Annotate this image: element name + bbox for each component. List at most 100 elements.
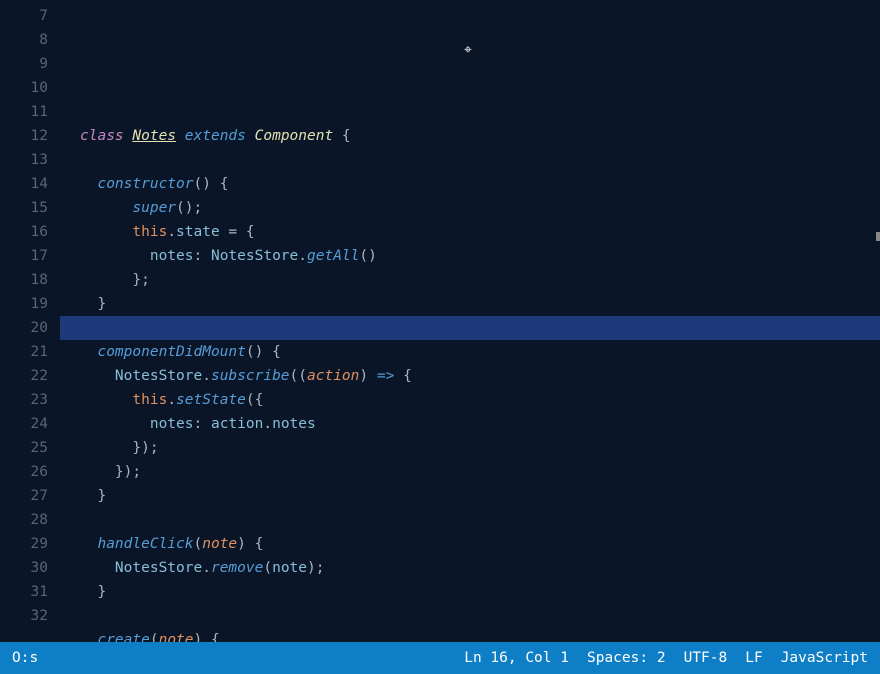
token [80,632,97,642]
token [80,224,132,240]
code-line[interactable]: componentDidMount() { [60,340,880,364]
code-line[interactable]: notes: NotesStore.getAll() [60,244,880,268]
line-number[interactable]: 19 [0,292,48,316]
line-number[interactable]: 29 [0,532,48,556]
token: NotesStore [115,368,202,384]
line-number[interactable]: 17 [0,244,48,268]
token: => [377,368,394,384]
token: : [194,416,211,432]
code-line[interactable]: }); [60,436,880,460]
token: notes [150,416,194,432]
line-number[interactable]: 31 [0,580,48,604]
line-number[interactable]: 22 [0,364,48,388]
token: NotesStore [211,248,298,264]
code-line[interactable]: this.setState({ [60,388,880,412]
token: } [97,296,106,312]
token: note [159,632,194,642]
line-number[interactable]: 25 [0,436,48,460]
token: getAll [307,248,359,264]
token: create [97,632,149,642]
code-line[interactable] [60,148,880,172]
code-line[interactable]: }; [60,268,880,292]
code-line[interactable] [60,100,880,124]
code-line[interactable]: create(note) { [60,628,880,642]
code-line[interactable] [60,604,880,628]
line-number[interactable]: 26 [0,460,48,484]
line-number[interactable]: 32 [0,604,48,628]
line-number[interactable]: 16 [0,220,48,244]
status-left-text[interactable]: O:s [12,650,38,666]
token: ) { [194,632,220,642]
code-line[interactable]: } [60,580,880,604]
token [80,200,132,216]
line-number[interactable]: 11 [0,100,48,124]
token: notes [272,416,316,432]
token: () [359,248,376,264]
code-line[interactable]: NotesStore.subscribe((action) => { [60,364,880,388]
line-number[interactable]: 21 [0,340,48,364]
token [80,536,97,552]
token: Component [255,128,334,144]
line-number[interactable]: 13 [0,148,48,172]
token [80,392,132,408]
code-line[interactable]: handleClick(note) { [60,532,880,556]
code-line[interactable]: } [60,484,880,508]
token [80,248,150,264]
code-line[interactable]: }); [60,460,880,484]
token [80,344,97,360]
code-line[interactable]: class Notes extends Component { [60,124,880,148]
line-number[interactable]: 14 [0,172,48,196]
code-area[interactable]: ⌖ class Notes extends Component { constr… [60,0,880,642]
token [80,272,132,288]
line-number[interactable]: 8 [0,28,48,52]
scrollbar-marker[interactable] [876,232,880,241]
token: } [97,584,106,600]
token: () { [246,344,281,360]
status-encoding[interactable]: UTF-8 [684,650,728,666]
token: notes [150,248,194,264]
token [80,464,115,480]
token: . [263,416,272,432]
token: note [272,560,307,576]
code-line[interactable]: NotesStore.remove(note); [60,556,880,580]
code-line[interactable]: this.state = { [60,220,880,244]
token: . [167,392,176,408]
line-number[interactable]: 9 [0,52,48,76]
line-number[interactable]: 24 [0,412,48,436]
token: NotesStore [115,560,202,576]
token: this [132,224,167,240]
line-number[interactable]: 12 [0,124,48,148]
status-eol[interactable]: LF [745,650,762,666]
code-line[interactable]: } [60,292,880,316]
status-position[interactable]: Ln 16, Col 1 [464,650,569,666]
line-number[interactable]: 18 [0,268,48,292]
token: (( [290,368,307,384]
line-number[interactable]: 27 [0,484,48,508]
token: . [202,560,211,576]
token: ); [307,560,324,576]
line-number[interactable]: 7 [0,4,48,28]
gutter[interactable]: 7891011121314151617181920212223242526272… [0,0,60,642]
line-number[interactable]: 20 [0,316,48,340]
code-line[interactable] [60,316,880,340]
line-number[interactable]: 30 [0,556,48,580]
editor[interactable]: 7891011121314151617181920212223242526272… [0,0,880,642]
line-number[interactable]: 23 [0,388,48,412]
token: super [132,200,176,216]
token: constructor [97,176,193,192]
code-line[interactable] [60,508,880,532]
line-number[interactable]: 15 [0,196,48,220]
token [80,296,97,312]
code-line[interactable]: notes: action.notes [60,412,880,436]
token [80,176,97,192]
token: { [394,368,411,384]
token: componentDidMount [97,344,245,360]
code-line[interactable]: super(); [60,196,880,220]
token: = { [220,224,255,240]
code-line[interactable]: constructor() { [60,172,880,196]
status-language[interactable]: JavaScript [781,650,868,666]
token: ( [263,560,272,576]
status-spaces[interactable]: Spaces: 2 [587,650,666,666]
line-number[interactable]: 10 [0,76,48,100]
line-number[interactable]: 28 [0,508,48,532]
